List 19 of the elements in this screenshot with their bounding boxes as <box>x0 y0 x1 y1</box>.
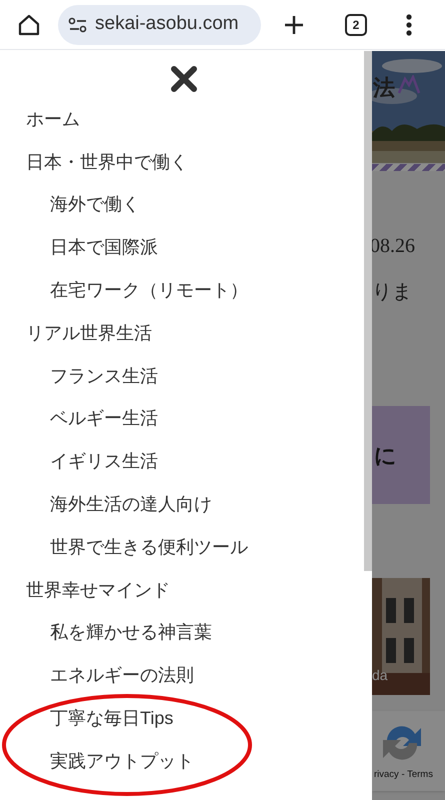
submenu-link[interactable]: 私を輝かせる神言葉 <box>0 612 372 654</box>
menu-icon[interactable] <box>406 14 412 36</box>
address-bar[interactable]: sekai-asobu.com <box>58 4 261 44</box>
recaptcha-links[interactable]: rivacy - Terms <box>374 768 433 782</box>
submenu-link[interactable]: エネルギーの法則 <box>0 654 372 698</box>
submenu-link[interactable]: 実践アウトプット <box>0 740 372 783</box>
site-settings-icon[interactable] <box>68 16 88 32</box>
photo-caption: da <box>372 666 388 685</box>
home-icon[interactable] <box>17 12 41 36</box>
title-fragment: 法 <box>373 74 395 102</box>
new-tab-icon[interactable] <box>283 14 305 36</box>
text-fragment: りま <box>372 280 412 305</box>
tab-count-button[interactable]: 2 <box>345 14 367 36</box>
callout-text: に <box>374 442 397 470</box>
scrollbar[interactable] <box>364 51 372 571</box>
url-text: sekai-asobu.com <box>95 12 239 36</box>
submenu-link[interactable]: 丁寧な毎日Tips <box>0 697 372 740</box>
menu-link[interactable]: 世界幸せマインド <box>0 568 372 612</box>
close-icon[interactable] <box>170 65 198 93</box>
